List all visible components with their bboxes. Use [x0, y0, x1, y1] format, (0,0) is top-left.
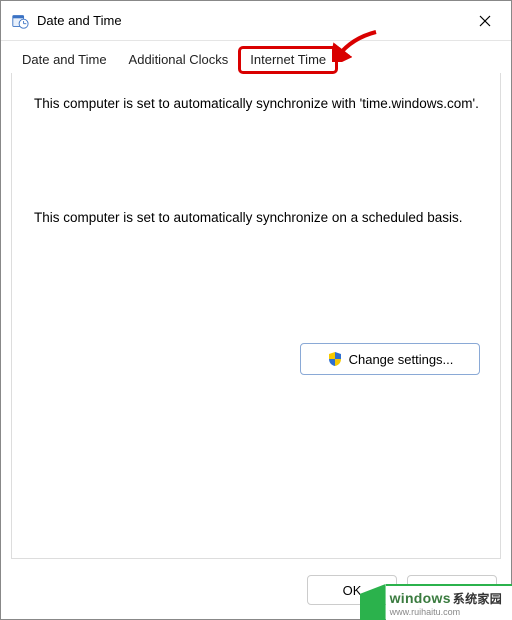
sync-status-text: This computer is set to automatically sy…: [34, 95, 480, 113]
change-settings-label: Change settings...: [349, 352, 454, 367]
tab-content: This computer is set to automatically sy…: [11, 73, 501, 559]
window-title: Date and Time: [37, 13, 469, 28]
date-time-window: Date and Time Date and Time Additional C…: [0, 0, 512, 620]
ok-button[interactable]: OK: [307, 575, 397, 605]
date-time-icon: [11, 12, 29, 30]
cancel-button[interactable]: Cancel: [407, 575, 497, 605]
tab-date-and-time[interactable]: Date and Time: [11, 47, 118, 73]
schedule-status-text: This computer is set to automatically sy…: [34, 209, 480, 227]
tab-strip: Date and Time Additional Clocks Internet…: [1, 41, 511, 73]
ok-label: OK: [343, 583, 362, 598]
change-settings-button[interactable]: Change settings...: [300, 343, 480, 375]
uac-shield-icon: [327, 351, 343, 367]
close-icon: [479, 15, 491, 27]
dialog-button-row: OK Cancel: [1, 567, 511, 619]
titlebar: Date and Time: [1, 1, 511, 41]
tab-additional-clocks[interactable]: Additional Clocks: [118, 47, 240, 73]
tab-internet-time[interactable]: Internet Time: [239, 47, 337, 73]
close-button[interactable]: [469, 9, 501, 33]
cancel-label: Cancel: [436, 583, 476, 598]
